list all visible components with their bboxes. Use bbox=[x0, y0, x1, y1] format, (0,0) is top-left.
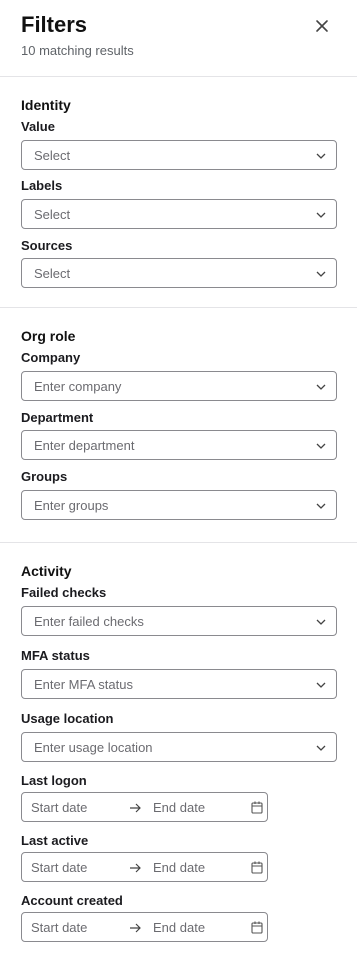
activity-section-title: Activity bbox=[21, 563, 72, 579]
org-role-section-title: Org role bbox=[21, 328, 76, 344]
failed-checks-placeholder: Enter failed checks bbox=[34, 614, 144, 629]
mfa-status-select[interactable]: Enter MFA status bbox=[21, 669, 337, 699]
company-placeholder: Enter company bbox=[34, 379, 122, 394]
department-placeholder: Enter department bbox=[34, 438, 135, 453]
mfa-status-placeholder: Enter MFA status bbox=[34, 677, 133, 692]
value-select[interactable]: Select bbox=[21, 140, 337, 170]
last-logon-date-range: Start date End date bbox=[21, 792, 268, 822]
arrow-right-icon bbox=[130, 863, 141, 873]
chevron-down-icon bbox=[316, 745, 326, 751]
failed-checks-label: Failed checks bbox=[21, 585, 107, 600]
usage-location-placeholder: Enter usage location bbox=[34, 740, 153, 755]
last-logon-label: Last logon bbox=[21, 773, 87, 788]
failed-checks-select[interactable]: Enter failed checks bbox=[21, 606, 337, 636]
org-role-section: Org role Company Enter company Departmen… bbox=[0, 308, 357, 543]
labels-label: Labels bbox=[21, 178, 63, 193]
company-select[interactable]: Enter company bbox=[21, 371, 337, 401]
calendar-icon[interactable] bbox=[251, 801, 263, 814]
page-title: Filters bbox=[21, 12, 88, 37]
close-icon bbox=[316, 20, 328, 32]
arrow-right-icon bbox=[130, 803, 141, 813]
results-count: 10 matching results bbox=[21, 43, 134, 58]
groups-placeholder: Enter groups bbox=[34, 498, 109, 513]
last-active-end-date[interactable]: End date bbox=[153, 860, 205, 875]
calendar-icon[interactable] bbox=[251, 861, 263, 874]
value-placeholder: Select bbox=[34, 148, 71, 163]
chevron-down-icon bbox=[316, 153, 326, 159]
last-logon-end-date[interactable]: End date bbox=[153, 800, 205, 815]
value-label: Value bbox=[21, 119, 55, 134]
last-active-date-range: Start date End date bbox=[21, 852, 268, 882]
chevron-down-icon bbox=[316, 503, 326, 509]
chevron-down-icon bbox=[316, 443, 326, 449]
sources-placeholder: Select bbox=[34, 266, 71, 281]
account-created-start-date[interactable]: Start date bbox=[31, 920, 87, 935]
usage-location-select[interactable]: Enter usage location bbox=[21, 732, 337, 762]
usage-location-label: Usage location bbox=[21, 711, 114, 726]
close-button[interactable] bbox=[310, 14, 334, 38]
chevron-down-icon bbox=[316, 384, 326, 390]
arrow-right-icon bbox=[130, 923, 141, 933]
calendar-icon[interactable] bbox=[251, 921, 263, 934]
activity-section: Activity Failed checks Enter failed chec… bbox=[0, 543, 357, 954]
account-created-label: Account created bbox=[21, 893, 123, 908]
identity-section-title: Identity bbox=[21, 97, 71, 113]
last-active-start-date[interactable]: Start date bbox=[31, 860, 87, 875]
labels-placeholder: Select bbox=[34, 207, 71, 222]
chevron-down-icon bbox=[316, 212, 326, 218]
identity-section: Identity Value Select Labels Select Sour… bbox=[0, 77, 357, 308]
mfa-status-label: MFA status bbox=[21, 648, 90, 663]
last-active-label: Last active bbox=[21, 833, 89, 848]
department-label: Department bbox=[21, 410, 94, 425]
filters-header: Filters 10 matching results bbox=[0, 0, 357, 77]
chevron-down-icon bbox=[316, 682, 326, 688]
last-logon-start-date[interactable]: Start date bbox=[31, 800, 87, 815]
company-label: Company bbox=[21, 350, 81, 365]
chevron-down-icon bbox=[316, 619, 326, 625]
sources-label: Sources bbox=[21, 238, 73, 253]
groups-select[interactable]: Enter groups bbox=[21, 490, 337, 520]
sources-select[interactable]: Select bbox=[21, 258, 337, 288]
groups-label: Groups bbox=[21, 469, 68, 484]
account-created-date-range: Start date End date bbox=[21, 912, 268, 942]
chevron-down-icon bbox=[316, 271, 326, 277]
department-select[interactable]: Enter department bbox=[21, 430, 337, 460]
labels-select[interactable]: Select bbox=[21, 199, 337, 229]
account-created-end-date[interactable]: End date bbox=[153, 920, 205, 935]
